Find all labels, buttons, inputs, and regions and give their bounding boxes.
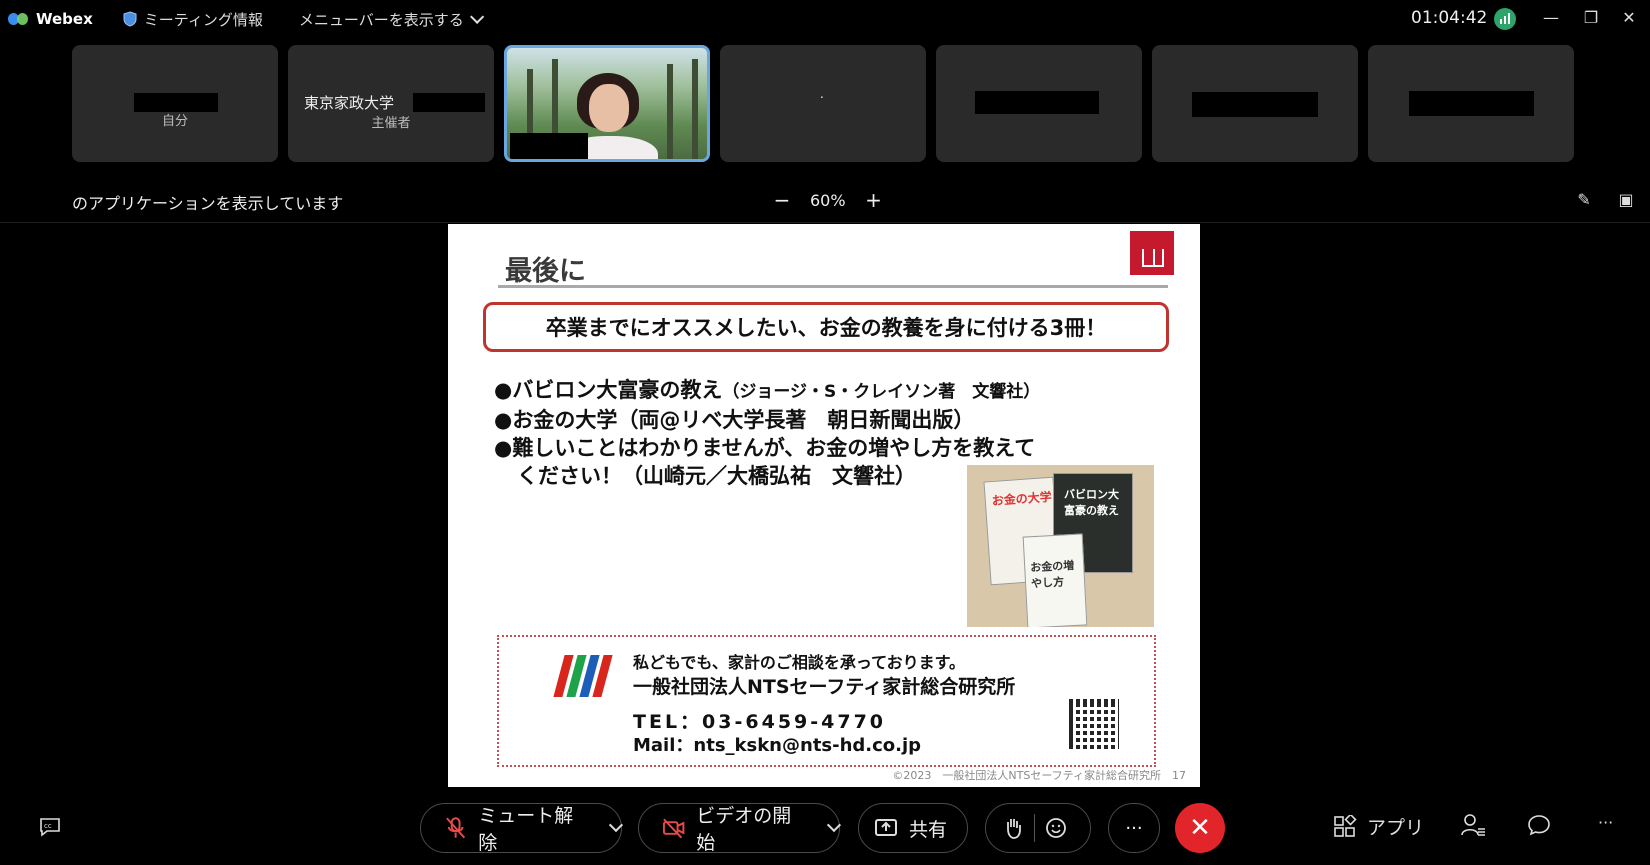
close-window-button[interactable]: ✕ (1616, 6, 1642, 30)
list-item: ●バビロン大富豪の教え（ジョージ・S・クレイソン著 文響社） (494, 378, 1041, 402)
title-rule (498, 285, 1168, 288)
participant-tile-video[interactable] (504, 45, 710, 162)
restore-button[interactable]: ❐ (1578, 6, 1604, 30)
unmute-label: ミュート解除 (478, 805, 574, 854)
sharing-status-text: のアプリケーションを表示しています (72, 194, 344, 213)
more-options-button[interactable]: ··· (1108, 803, 1160, 853)
slide-headline: 卒業までにオススメしたい、お金の教養を身に付ける3冊！ (483, 302, 1169, 352)
minimize-button[interactable]: — (1538, 6, 1564, 30)
title-bar: Webex ミーティング情報 メニューバーを表示する (0, 0, 1650, 38)
annotate-icon[interactable]: ✎ (1573, 190, 1595, 210)
participant-tile[interactable] (1152, 45, 1358, 162)
overflow-menu-button[interactable]: ··· (1598, 813, 1613, 832)
apps-grid-icon (1334, 814, 1357, 837)
microphone-muted-icon (446, 817, 466, 839)
zoom-level: 60% (810, 190, 846, 210)
share-button[interactable]: 共有 (858, 803, 968, 853)
redacted-name (975, 91, 1099, 114)
share-label: 共有 (909, 818, 948, 841)
shield-icon (123, 11, 137, 27)
participant-name: 東京家政大学 (304, 94, 395, 112)
reaction-emoji-icon[interactable] (1043, 815, 1069, 841)
contact-tel: TEL：03-6459-4770 (633, 711, 887, 733)
participant-tile[interactable] (1368, 45, 1574, 162)
app-name: Webex (36, 10, 93, 28)
list-item: ●難しいことはわかりませんが、お金の増やし方を教えて ください！（山崎元／大橋弘… (494, 436, 1036, 488)
network-signal-icon[interactable] (1494, 8, 1516, 30)
menu-toggle-label: メニューバーを表示する (298, 10, 464, 29)
divider (0, 222, 1650, 223)
chevron-down-icon (469, 9, 484, 24)
meeting-controls: cc ミュート解除 ビデオの開始 共有 ··· ✕ アプリ ··· (0, 793, 1650, 865)
redacted-name (1192, 92, 1318, 117)
shared-slide: 最後に 卒業までにオススメしたい、お金の教養を身に付ける3冊！ ●バビロン大富豪… (448, 224, 1200, 787)
webex-brand: Webex (8, 10, 93, 28)
leave-meeting-button[interactable]: ✕ (1175, 803, 1225, 853)
webex-logo-icon (8, 11, 30, 27)
video-off-icon (662, 818, 685, 839)
meeting-timer: 01:04:42 (1411, 8, 1488, 28)
list-item: ●お金の大学（両@リベ大学長著 朝日新聞出版） (494, 408, 975, 432)
organization-name: 一般社団法人NTSセーフティ家計総合研究所 (633, 676, 1016, 698)
captions-button[interactable]: cc (38, 817, 62, 842)
start-video-label: ビデオの開始 (696, 805, 792, 854)
slide-title: 最後に (505, 256, 586, 287)
participant-tile-self[interactable]: 自分 (72, 45, 278, 162)
participant-name: . (820, 87, 824, 101)
participant-subtitle: 自分 (161, 114, 188, 129)
closed-captions-icon: cc (40, 818, 60, 837)
book-list: ●バビロン大富豪の教え（ジョージ・S・クレイソン著 文響社） ●お金の大学（両@… (494, 376, 1040, 490)
contact-box: 私どもでも、家計のご相談を承っております。 一般社団法人NTSセーフティ家計総合… (497, 635, 1156, 767)
zoom-out-button[interactable]: − (772, 188, 792, 212)
menu-bar-toggle[interactable]: メニューバーを表示する (298, 9, 484, 30)
raise-hand-icon[interactable] (1000, 815, 1026, 841)
apps-label: アプリ (1367, 817, 1425, 839)
chat-icon (1528, 815, 1550, 836)
participants-icon (1461, 814, 1485, 836)
participants-button[interactable] (1460, 813, 1486, 842)
reactions-group (985, 803, 1091, 853)
contact-mail: Mail：nts_kskn@nts-hd.co.jp (633, 735, 922, 756)
redacted-name (1409, 91, 1534, 116)
start-video-button[interactable]: ビデオの開始 (638, 803, 842, 854)
nts-logo-icon (553, 655, 613, 697)
meeting-info-button[interactable]: ミーティング情報 (123, 9, 263, 30)
redacted-name (510, 133, 588, 159)
chevron-down-icon[interactable] (609, 818, 624, 832)
slide-copyright: ©2023 一般社団法人NTSセーフティ家計総合研究所 17 (892, 769, 1186, 782)
unmute-button[interactable]: ミュート解除 (420, 803, 624, 854)
redacted-name (413, 93, 485, 112)
qr-code (1069, 699, 1119, 749)
participant-tile[interactable]: . (720, 45, 926, 162)
participant-tile[interactable] (936, 45, 1142, 162)
meeting-info-label: ミーティング情報 (143, 10, 263, 29)
participant-tile-host[interactable]: 東京家政大学 主催者 (288, 45, 494, 162)
book-cover: お金の増やし方 (1022, 533, 1088, 627)
svg-text:cc: cc (44, 822, 52, 830)
share-info-bar: のアプリケーションを表示しています − 60% + ✎ ▣ (0, 180, 1650, 220)
sdg-goal-4-icon (1130, 231, 1174, 275)
apps-button[interactable]: アプリ (1333, 813, 1424, 840)
chevron-down-icon[interactable] (827, 818, 842, 832)
participant-subtitle: 主催者 (371, 116, 411, 131)
share-screen-icon (875, 819, 897, 836)
zoom-in-button[interactable]: + (864, 188, 884, 212)
chat-button[interactable] (1527, 813, 1551, 842)
books-photo: お金の大学 バビロン大富豪の教え お金の増やし方 (967, 465, 1154, 627)
screen-view-icon[interactable]: ▣ (1615, 190, 1637, 210)
divider (1034, 814, 1035, 842)
contact-intro: 私どもでも、家計のご相談を承っております。 (633, 653, 966, 672)
zoom-controls: − 60% + (772, 188, 884, 212)
